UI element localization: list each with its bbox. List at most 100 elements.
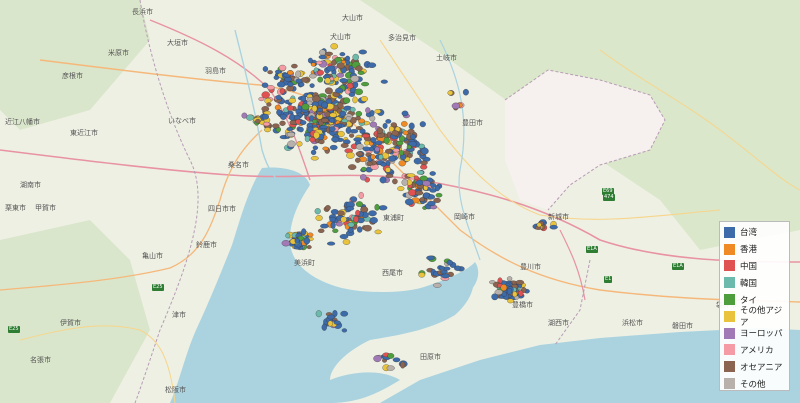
visitor-marker — [274, 104, 282, 111]
legend-item-korea[interactable]: 韓国 — [722, 274, 789, 291]
legend-item-america[interactable]: アメリカ — [722, 342, 789, 359]
visitor-marker — [241, 112, 248, 119]
visitor-marker — [350, 107, 356, 113]
visitor-marker — [506, 276, 513, 282]
map-view[interactable]: 大山市 多治見市 土岐市 大垣市 羽島市 犬山市 いなべ市 桑名市 四日市市 鈴鹿市 亀山市 津市 松阪… — [0, 0, 800, 403]
road-route-badge: E1 — [604, 276, 613, 283]
city-label: 浜松市 — [622, 319, 643, 327]
city-label: 磐田市 — [672, 322, 693, 330]
visitor-marker — [429, 171, 436, 176]
visitor-marker — [404, 198, 414, 206]
visitor-marker — [333, 320, 341, 325]
legend-item-europe[interactable]: ヨーロッパ — [722, 325, 789, 342]
visitor-marker — [262, 66, 269, 72]
legend-swatch — [724, 260, 735, 272]
legend-item-other-asia[interactable]: その他アジア — [722, 306, 789, 328]
visitor-marker — [549, 224, 558, 230]
visitor-marker — [345, 55, 351, 62]
visitor-marker — [392, 148, 400, 153]
visitor-marker — [374, 109, 382, 114]
legend-item-other[interactable]: その他 — [722, 375, 789, 392]
legend-item-oceania[interactable]: オセアニア — [722, 358, 789, 375]
legend-item-hongkong[interactable]: 香港 — [722, 241, 789, 258]
visitor-marker — [380, 79, 388, 84]
visitor-marker — [318, 54, 327, 60]
visitor-marker — [366, 161, 373, 167]
visitor-marker — [518, 290, 524, 297]
city-label: 松阪市 — [165, 386, 186, 394]
visitor-marker — [370, 154, 376, 160]
visitor-marker — [360, 96, 368, 102]
visitor-marker — [339, 110, 346, 117]
visitor-marker — [287, 140, 296, 148]
visitor-marker — [318, 139, 325, 145]
visitor-marker — [286, 127, 293, 132]
visitor-marker — [312, 145, 319, 151]
city-label: 東浦町 — [383, 214, 404, 222]
visitor-marker — [398, 160, 406, 167]
visitor-marker — [258, 96, 265, 102]
visitor-marker — [306, 100, 313, 106]
legend-label: オセアニア — [740, 362, 783, 373]
visitor-marker — [329, 117, 335, 123]
visitor-marker — [296, 141, 303, 147]
city-label: 長浜市 — [132, 8, 153, 16]
visitor-marker — [392, 178, 398, 185]
city-label: 田原市 — [420, 353, 441, 361]
road-route-badge: E25 — [8, 326, 20, 333]
visitor-marker — [536, 222, 542, 228]
visitor-marker — [379, 176, 387, 184]
visitor-marker — [327, 314, 335, 320]
visitor-marker — [335, 221, 343, 227]
visitor-marker — [414, 190, 424, 196]
legend-item-taiwan[interactable]: 台湾 — [722, 224, 789, 241]
visitor-marker — [330, 43, 338, 50]
visitor-marker — [440, 269, 448, 275]
visitor-marker — [386, 365, 395, 371]
visitor-marker — [313, 131, 320, 139]
visitor-marker — [322, 146, 329, 151]
visitor-marker — [410, 134, 416, 140]
visitor-marker — [317, 69, 324, 76]
visitor-marker — [376, 127, 383, 134]
visitor-marker — [346, 152, 355, 159]
road-route-badge: 474 — [603, 194, 615, 201]
visitor-marker — [385, 173, 394, 178]
visitor-marker — [294, 238, 300, 244]
visitor-marker — [361, 81, 370, 87]
visitor-marker — [374, 229, 382, 235]
visitor-marker — [320, 223, 329, 229]
legend-label: その他 — [740, 379, 766, 390]
visitor-marker — [310, 149, 317, 156]
visitor-marker — [279, 88, 286, 95]
visitor-marker — [315, 310, 322, 318]
visitor-marker — [261, 91, 270, 99]
visitor-marker — [321, 118, 329, 123]
visitor-marker — [515, 279, 525, 285]
visitor-marker — [340, 216, 347, 223]
visitor-marker — [374, 203, 380, 211]
visitor-marker — [447, 90, 454, 96]
city-label: 彦根市 — [62, 72, 83, 80]
city-label: 美浜町 — [294, 259, 315, 267]
visitor-marker — [422, 180, 431, 187]
visitor-marker — [287, 81, 294, 87]
visitor-marker — [462, 88, 469, 96]
visitor-marker — [400, 361, 406, 369]
visitor-marker — [326, 65, 336, 72]
visitor-marker — [273, 75, 280, 80]
visitor-marker — [420, 147, 429, 155]
visitor-marker — [279, 120, 286, 126]
city-label: 桑名市 — [228, 161, 249, 169]
visitor-marker — [307, 57, 313, 64]
city-label: いなべ市 — [168, 117, 196, 125]
visitor-marker — [375, 140, 383, 146]
visitor-marker — [385, 148, 393, 154]
visitor-marker — [494, 289, 503, 295]
city-label: 米原市 — [108, 49, 129, 57]
visitor-marker — [358, 191, 364, 199]
visitor-marker — [301, 228, 307, 236]
visitor-marker — [406, 173, 416, 178]
visitor-marker — [446, 259, 453, 266]
legend-item-china[interactable]: 中国 — [722, 258, 789, 275]
